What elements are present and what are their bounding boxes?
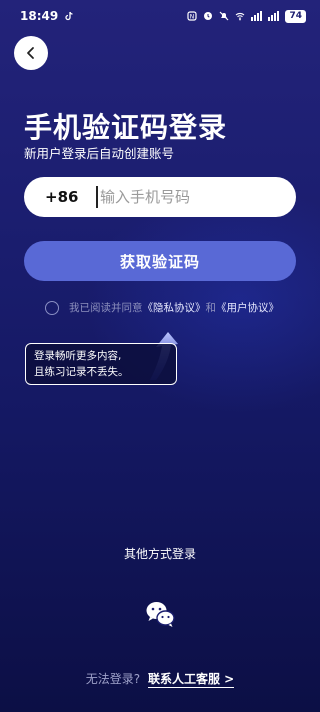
- back-button[interactable]: [14, 36, 48, 70]
- tooltip-line-1: 登录畅听更多内容,: [34, 350, 122, 362]
- agree-checkbox[interactable]: [45, 300, 59, 315]
- battery-icon: 74: [285, 9, 306, 23]
- cannot-login-text: 无法登录?: [85, 672, 141, 686]
- wechat-icon[interactable]: [144, 598, 176, 630]
- agreement-prefix: 我已阅读并同意: [69, 302, 143, 314]
- privacy-link[interactable]: 《隐私协议》: [143, 300, 206, 315]
- alarm-icon: [204, 12, 213, 20]
- nfc-icon: N: [187, 11, 198, 21]
- signal-icon: [251, 11, 263, 21]
- country-code[interactable]: +86: [24, 188, 96, 206]
- text-cursor: [96, 186, 98, 208]
- page-subtitle: 新用户登录后自动创建账号: [24, 146, 175, 161]
- page-title: 手机验证码登录: [24, 111, 228, 144]
- svg-text:N: N: [190, 14, 195, 21]
- status-time: 18:49: [20, 9, 59, 23]
- status-left: 18:49: [20, 9, 74, 23]
- chevron-left-icon: [27, 47, 34, 59]
- status-bar: 18:49 N 74: [0, 0, 320, 32]
- user-agreement-link[interactable]: 《用户协议》: [216, 300, 279, 315]
- status-right: N 74: [187, 9, 306, 23]
- signal-icon-2: [268, 11, 280, 21]
- get-code-button[interactable]: 获取验证码: [24, 241, 296, 281]
- phone-field[interactable]: +86: [24, 177, 296, 217]
- tooltip-line-2: 且练习记录不丢失。: [34, 366, 129, 378]
- wifi-icon: [236, 12, 245, 21]
- contact-support-link[interactable]: 联系人工客服 >: [147, 672, 235, 688]
- agreement-row: 我已阅读并同意 《隐私协议》 和 《用户协议》: [45, 300, 279, 315]
- agreement-and: 和: [205, 302, 217, 314]
- other-login-label: 其他方式登录: [123, 547, 196, 561]
- login-tooltip: 登录畅听更多内容, 且练习记录不丢失。: [25, 343, 177, 385]
- tiktok-icon: [65, 11, 73, 21]
- mute-icon: [220, 11, 229, 21]
- footer: 无法登录? 联系人工客服 >: [0, 670, 320, 688]
- phone-input[interactable]: [100, 177, 296, 217]
